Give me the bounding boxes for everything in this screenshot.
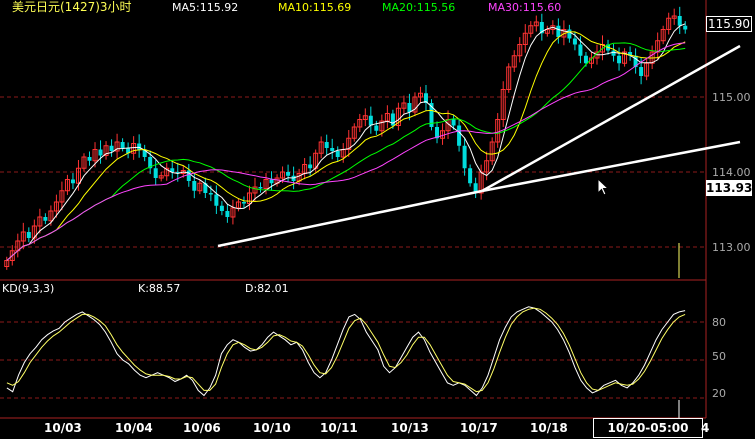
candle-body-down	[677, 16, 682, 26]
candle-body-down	[70, 179, 75, 184]
trendline-upper-shallow	[481, 140, 741, 193]
candle-body-down	[639, 67, 644, 76]
ma20-label: MA20:115.56	[382, 1, 456, 14]
candle-body-down	[457, 125, 462, 146]
price-tick: 114.00	[712, 166, 751, 179]
kd-k-line	[6, 306, 686, 397]
candle-body-down	[214, 194, 219, 206]
ma30-line	[6, 42, 686, 261]
moving-averages	[6, 23, 686, 261]
ma5-line	[6, 23, 686, 261]
kd-lines	[6, 306, 686, 397]
candle-body-down	[611, 50, 616, 56]
ma5-label: MA5:115.92	[172, 1, 239, 14]
candle-body-down	[186, 170, 191, 181]
x-tick: 10/04	[115, 421, 153, 435]
candle-body-down	[258, 187, 263, 189]
x-tick: 10/03	[44, 421, 82, 435]
candle-body-down	[468, 168, 473, 184]
x-tick: 10/17	[460, 421, 498, 435]
kd-title: KD(9,3,3)	[2, 282, 55, 295]
candle-body-down	[583, 55, 588, 64]
trendline-lower	[217, 189, 483, 248]
price-candles	[4, 6, 688, 270]
ma30-label: MA30:115.60	[488, 1, 562, 14]
candle-body-down	[567, 29, 572, 39]
candle-body-down	[87, 157, 92, 161]
kd-d-value: D:82.01	[245, 282, 289, 295]
candle-body-down	[335, 151, 340, 157]
candle-body-down	[683, 25, 688, 30]
trendline-upper-steep	[481, 44, 741, 193]
candle-body-down	[407, 103, 412, 112]
candle-body-down	[192, 181, 197, 191]
candle-body-down	[208, 193, 213, 195]
ma10-line	[6, 31, 686, 261]
price-tick: 113.00	[712, 241, 751, 254]
candle-body-down	[109, 145, 114, 151]
candle-body-down	[324, 142, 329, 148]
candle-body-down	[43, 217, 48, 221]
kd-k-value: K:88.57	[138, 282, 181, 295]
candle-body-down	[451, 119, 456, 126]
cursor-time-badge: 10/20-05:00	[593, 418, 703, 438]
candle-body-down	[308, 164, 313, 169]
candle-body-down	[572, 38, 577, 45]
kd-tick: 80	[712, 316, 726, 329]
candle-body-down	[98, 149, 103, 156]
x-tick: 10/10	[253, 421, 291, 435]
grid-lines	[0, 0, 707, 419]
candle-body-down	[374, 125, 379, 131]
trendlines	[217, 44, 741, 418]
candle-body-down	[578, 44, 583, 56]
price-tick: 115.00	[712, 91, 751, 104]
candle-body-down	[462, 145, 467, 169]
candle-body-down	[286, 172, 291, 176]
x-tick-partial: 4	[701, 421, 710, 435]
candle-body-down	[556, 25, 561, 37]
mouse-pointer-icon	[597, 178, 610, 196]
ma10-label: MA10:115.69	[278, 1, 352, 14]
x-tick: 10/13	[391, 421, 429, 435]
candle-body-down	[368, 115, 373, 126]
candle-body-down	[219, 205, 224, 211]
last-price-badge: 115.90	[706, 16, 752, 32]
kd-tick: 50	[712, 350, 726, 363]
kd-d-line	[6, 307, 686, 393]
chart-title: 美元日元(1427)3小时	[12, 0, 132, 14]
candle-body-down	[330, 148, 335, 151]
ma20-line	[6, 42, 686, 261]
candle-body-down	[269, 179, 274, 184]
candle-body-down	[153, 168, 158, 178]
candle-body-down	[225, 211, 230, 217]
candle-body-down	[241, 202, 246, 204]
cursor-price-badge: 113.93	[706, 180, 753, 196]
x-tick: 10/11	[320, 421, 358, 435]
x-tick: 10/18	[530, 421, 568, 435]
candle-body-down	[617, 55, 622, 64]
kd-tick: 20	[712, 387, 726, 400]
candle-body-down	[120, 142, 125, 148]
x-tick: 10/06	[183, 421, 221, 435]
candle-body-down	[26, 232, 31, 238]
chart-canvas	[0, 0, 741, 419]
